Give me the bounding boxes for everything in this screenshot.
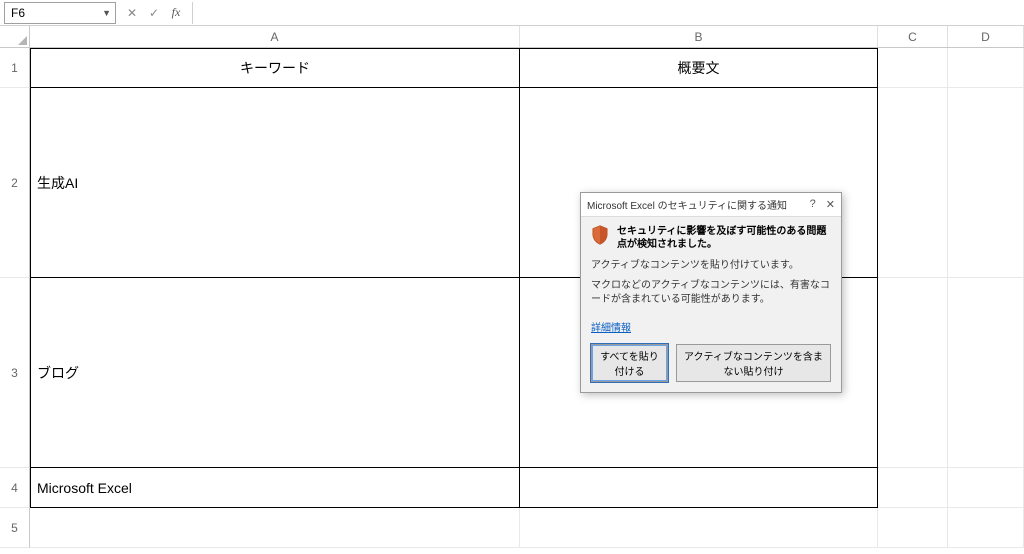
row-header-4[interactable]: 4 [0,468,30,508]
security-dialog: Microsoft Excel のセキュリティに関する通知 ? ✕ セキュリティ… [580,192,842,393]
cell-A3[interactable]: ブログ [30,278,520,468]
dialog-details-link[interactable]: 詳細情報 [591,319,631,334]
row-header-5[interactable]: 5 [0,508,30,548]
row-1: 1 キーワード 概要文 [0,48,1024,88]
cell-D5[interactable] [948,508,1024,548]
help-icon[interactable]: ? [810,198,816,211]
col-header-D[interactable]: D [948,26,1024,47]
column-headers: A B C D [0,26,1024,48]
name-box-value: F6 [11,6,25,20]
row-header-3[interactable]: 3 [0,278,30,468]
cell-B4[interactable] [520,468,878,508]
cell-C5[interactable] [878,508,948,548]
select-all-corner[interactable] [0,26,30,47]
cell-D4[interactable] [948,468,1024,508]
cell-C1[interactable] [878,48,948,88]
cell-A4[interactable]: Microsoft Excel [30,468,520,508]
cell-C3[interactable] [878,278,948,468]
formula-input[interactable] [192,2,1024,24]
fx-icon[interactable]: fx [168,5,184,20]
formula-bar: F6 ▼ ✕ ✓ fx [0,0,1024,26]
name-box[interactable]: F6 ▼ [4,2,116,24]
close-icon[interactable]: ✕ [826,198,835,211]
cell-B1[interactable]: 概要文 [520,48,878,88]
cell-A5[interactable] [30,508,520,548]
row-4: 4 Microsoft Excel [0,468,1024,508]
cell-D1[interactable] [948,48,1024,88]
dialog-warning-text: セキュリティに影響を及ぼす可能性のある問題点が検知されました。 [617,225,831,251]
cell-C4[interactable] [878,468,948,508]
cell-D2[interactable] [948,88,1024,278]
formula-bar-controls: ✕ ✓ fx [116,5,192,20]
cancel-icon[interactable]: ✕ [124,6,140,20]
dialog-body: セキュリティに影響を及ぼす可能性のある問題点が検知されました。 アクティブなコン… [581,217,841,392]
row-2: 2 生成AI [0,88,1024,278]
cell-A1[interactable]: キーワード [30,48,520,88]
worksheet: A B C D 1 キーワード 概要文 2 生成AI 3 ブログ [0,26,1024,548]
row-3: 3 ブログ [0,278,1024,468]
col-header-A[interactable]: A [30,26,520,47]
cell-D3[interactable] [948,278,1024,468]
paste-all-button[interactable]: すべてを貼り付ける [591,344,668,382]
chevron-down-icon[interactable]: ▼ [102,8,111,18]
row-5: 5 [0,508,1024,548]
cell-B5[interactable] [520,508,878,548]
accept-icon[interactable]: ✓ [146,6,162,20]
col-header-C[interactable]: C [878,26,948,47]
dialog-title-text: Microsoft Excel のセキュリティに関する通知 [587,197,810,212]
dialog-paragraph-1: アクティブなコンテンツを貼り付けています。 [591,259,831,273]
row-header-1[interactable]: 1 [0,48,30,88]
cell-A2[interactable]: 生成AI [30,88,520,278]
row-header-2[interactable]: 2 [0,88,30,278]
paste-without-active-button[interactable]: アクティブなコンテンツを含まない貼り付け [676,344,831,382]
shield-icon [591,225,609,245]
cell-C2[interactable] [878,88,948,278]
dialog-titlebar[interactable]: Microsoft Excel のセキュリティに関する通知 ? ✕ [581,193,841,217]
col-header-B[interactable]: B [520,26,878,47]
dialog-paragraph-2: マクロなどのアクティブなコンテンツには、有害なコードが含まれている可能性がありま… [591,279,831,307]
